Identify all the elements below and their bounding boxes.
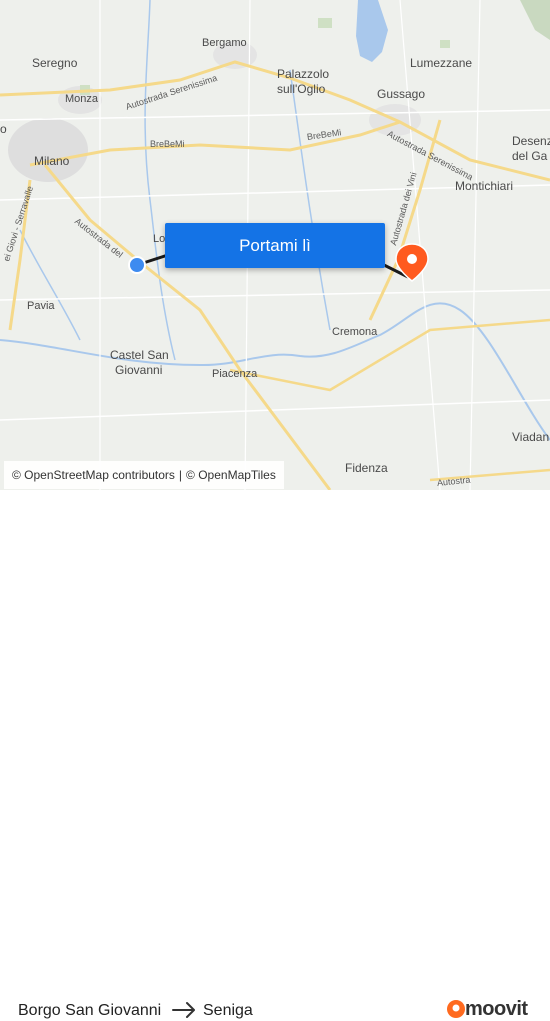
place-label: Gussago bbox=[377, 87, 426, 101]
place-label: Lo bbox=[153, 233, 166, 245]
route-destination-label: Seniga bbox=[203, 1002, 253, 1019]
place-label: Cremona bbox=[332, 326, 378, 338]
portami-li-button[interactable]: Portami lì bbox=[165, 223, 385, 268]
map-view[interactable]: Seregno Bergamo Palazzolo sull'Oglio Lum… bbox=[0, 0, 550, 490]
place-label: Fidenza bbox=[345, 461, 388, 475]
osm-attribution-link[interactable]: © OpenStreetMap contributors bbox=[12, 468, 175, 482]
place-label: Desenz bbox=[512, 134, 550, 148]
river-ticino bbox=[19, 229, 81, 341]
place-label: Viadan bbox=[512, 430, 550, 444]
place-label: Pavia bbox=[27, 300, 55, 312]
river-adda bbox=[144, 0, 176, 361]
footer-bar: Borgo San Giovanni Seniga moovit bbox=[0, 490, 550, 1020]
map-attribution: © OpenStreetMap contributors | © OpenMap… bbox=[4, 461, 284, 489]
destination-pin-icon[interactable] bbox=[395, 243, 429, 282]
road bbox=[469, 0, 481, 490]
place-label: o bbox=[0, 122, 7, 136]
origin-marker[interactable] bbox=[128, 256, 146, 274]
moovit-logo: moovit bbox=[447, 997, 528, 1021]
place-label: Lumezzane bbox=[410, 56, 473, 70]
urban-area-milano bbox=[8, 118, 88, 182]
openmaptiles-attribution-link[interactable]: © OpenMapTiles bbox=[186, 468, 276, 482]
place-label: Palazzolo bbox=[277, 67, 330, 81]
place-label: Bergamo bbox=[202, 37, 247, 49]
place-label: Montichiari bbox=[455, 179, 514, 193]
road bbox=[0, 289, 550, 301]
motorway-del-sole bbox=[43, 164, 332, 490]
place-label: sull'Oglio bbox=[277, 82, 326, 96]
attribution-separator: | bbox=[178, 468, 183, 482]
lake-iseo bbox=[356, 0, 388, 62]
route-origin-label: Borgo San Giovanni bbox=[18, 1002, 162, 1019]
place-label: Milano bbox=[34, 154, 70, 168]
place-label: del Ga bbox=[512, 149, 548, 163]
place-label: Monza bbox=[65, 93, 99, 105]
place-label: Giovanni bbox=[115, 363, 163, 377]
road-label: BreBeMi bbox=[150, 139, 185, 149]
river-oglio bbox=[289, 69, 331, 331]
place-label: Castel San bbox=[110, 348, 169, 362]
moovit-pin-icon bbox=[447, 1000, 465, 1018]
green-area bbox=[318, 18, 332, 28]
moovit-wordmark: moovit bbox=[465, 997, 528, 1020]
green-area bbox=[440, 40, 450, 48]
place-label: Piacenza bbox=[212, 368, 258, 380]
place-label: Seregno bbox=[32, 56, 78, 70]
green-area bbox=[520, 0, 550, 40]
arrow-right-icon bbox=[172, 1002, 195, 1018]
river-po bbox=[0, 302, 550, 441]
